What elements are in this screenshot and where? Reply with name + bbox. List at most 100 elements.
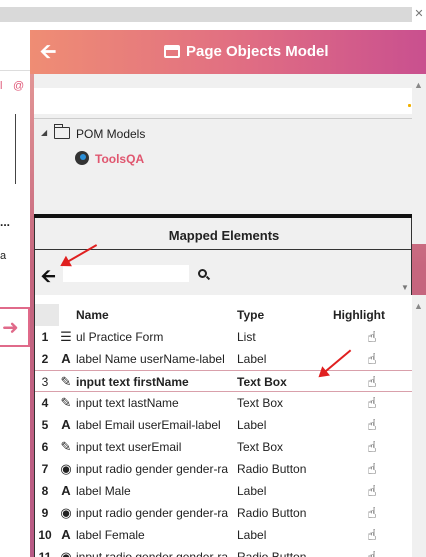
tree-search-field[interactable] bbox=[34, 88, 412, 114]
table-row[interactable]: 10 Alabel Female Label ☝ bbox=[35, 524, 413, 546]
highlight-hand-icon[interactable]: ☝ bbox=[362, 415, 382, 437]
page-title: Page Objects Model bbox=[186, 43, 329, 60]
element-type: Label bbox=[237, 418, 267, 432]
tree-item-toolsqa[interactable]: ToolsQA bbox=[95, 152, 144, 166]
row-index: 4 bbox=[41, 396, 49, 410]
row-index: 11 bbox=[38, 550, 52, 557]
element-type: Text Box bbox=[237, 396, 284, 410]
folder-icon bbox=[53, 124, 70, 139]
element-name: input text lastName bbox=[76, 396, 179, 410]
page-objects-model-pane: 🡨 Page Objects Model ▲ ◢ POM Models Tool… bbox=[30, 30, 426, 557]
filter-input[interactable] bbox=[63, 265, 189, 282]
row-index: 6 bbox=[41, 440, 49, 454]
divider bbox=[15, 114, 16, 184]
label-icon: A bbox=[61, 417, 71, 432]
top-bar: ✕ bbox=[0, 0, 426, 30]
scroll-up-icon[interactable]: ▲ bbox=[414, 80, 423, 90]
background-text: ... bbox=[0, 215, 11, 229]
element-name: input radio gender gender-ra bbox=[76, 506, 229, 520]
column-header-type[interactable]: Type bbox=[237, 304, 264, 326]
row-index: 7 bbox=[41, 462, 49, 476]
table-row[interactable]: 1 ☰ ul Practice Form List ☝ bbox=[35, 326, 413, 348]
element-type: Radio Button bbox=[237, 550, 307, 557]
label-icon: A bbox=[61, 483, 71, 498]
tree-vertical-scrollbar[interactable]: ▲ bbox=[412, 74, 426, 244]
radio-icon: ◉ bbox=[60, 505, 72, 520]
table-row[interactable]: 5 Alabel Email userEmail-label Label ☝ bbox=[35, 414, 413, 436]
element-name: input radio gender gender-ra bbox=[76, 462, 229, 476]
row-index: 9 bbox=[41, 506, 49, 520]
table-row[interactable]: 8 Alabel Male Label ☝ bbox=[35, 480, 413, 502]
table-row[interactable]: 2 Alabel Name userName-label Label ☝ bbox=[35, 348, 413, 370]
row-index: 5 bbox=[41, 418, 49, 432]
filter-toolbar: 🡨 ▼ bbox=[34, 250, 412, 295]
element-name: label Name userName-label bbox=[76, 352, 225, 366]
table-row[interactable]: 9 ◉ input radio gender gender-ra Radio Butt… bbox=[35, 502, 413, 524]
element-type: List bbox=[237, 330, 256, 344]
mapped-elements-header: Mapped Elements bbox=[34, 218, 412, 250]
element-name: label Email userEmail-label bbox=[76, 418, 221, 432]
textbox-icon: ✎ bbox=[60, 439, 72, 454]
globe-icon bbox=[75, 151, 89, 165]
column-header-highlight[interactable]: Highlight bbox=[333, 304, 385, 326]
label-icon: A bbox=[61, 351, 71, 366]
scroll-up-icon[interactable]: ▲ bbox=[414, 301, 423, 311]
highlight-hand-icon[interactable]: ☝ bbox=[362, 547, 382, 557]
background-text: l bbox=[0, 80, 3, 92]
mapped-elements-title: Mapped Elements bbox=[168, 228, 280, 243]
highlight-hand-icon[interactable]: ☝ bbox=[362, 481, 382, 503]
table-row[interactable]: 3 ✎ input text firstName Text Box ☝ bbox=[35, 370, 413, 392]
radio-icon: ◉ bbox=[60, 461, 72, 476]
highlight-hand-icon[interactable]: ☝ bbox=[362, 437, 382, 459]
window-icon bbox=[164, 45, 180, 58]
pane-header: 🡨 Page Objects Model bbox=[30, 30, 426, 74]
table-row[interactable]: 6 ✎ input text userEmail Text Box ☝ bbox=[35, 436, 413, 458]
row-index: 1 bbox=[41, 330, 49, 344]
highlight-hand-icon[interactable]: ☝ bbox=[362, 525, 382, 547]
element-type: Radio Button bbox=[237, 506, 307, 520]
element-type: Label bbox=[237, 528, 267, 542]
element-name: label Male bbox=[76, 484, 131, 498]
scroll-right-icon[interactable]: ✕ bbox=[412, 7, 426, 22]
grid-vertical-scrollbar[interactable]: ▲ bbox=[412, 295, 426, 557]
element-type: Radio Button bbox=[237, 462, 307, 476]
chevron-down-icon[interactable]: ▼ bbox=[401, 283, 409, 292]
divider bbox=[34, 118, 412, 119]
divider bbox=[0, 70, 30, 71]
element-name: input text userEmail bbox=[76, 440, 182, 454]
highlight-hand-icon[interactable]: ☝ bbox=[362, 349, 382, 371]
element-type: Text Box bbox=[237, 440, 284, 454]
highlight-hand-icon[interactable]: ☝ bbox=[362, 503, 382, 525]
grid-header-row: Name Type Highlight bbox=[35, 304, 413, 326]
highlight-hand-icon[interactable]: ☝ bbox=[362, 372, 382, 394]
back-arrow-icon[interactable]: 🡨 bbox=[40, 41, 62, 63]
highlight-hand-icon[interactable]: ☝ bbox=[362, 393, 382, 415]
grid-corner bbox=[35, 304, 59, 326]
row-index: 2 bbox=[41, 352, 49, 366]
label-icon: A bbox=[61, 527, 71, 542]
element-type: Label bbox=[237, 352, 267, 366]
highlight-hand-icon[interactable]: ☝ bbox=[362, 459, 382, 481]
radio-icon: ◉ bbox=[60, 549, 72, 557]
list-icon: ☰ bbox=[60, 329, 72, 344]
tree-item-pom-models[interactable]: POM Models bbox=[76, 127, 145, 141]
element-type: Text Box bbox=[237, 375, 287, 389]
background-text: a bbox=[0, 250, 7, 262]
background-text: @ bbox=[13, 80, 25, 92]
row-index: 3 bbox=[41, 375, 49, 389]
table-row[interactable]: 4 ✎ input text lastName Text Box ☝ bbox=[35, 392, 413, 414]
column-header-name[interactable]: Name bbox=[76, 304, 109, 326]
expand-triangle-icon[interactable]: ◢ bbox=[41, 128, 47, 137]
indicator-icon bbox=[408, 104, 411, 107]
table-row[interactable]: 11 ◉ input radio gender gender-ra Radio But… bbox=[35, 546, 413, 557]
highlight-hand-icon[interactable]: ☝ bbox=[362, 327, 382, 349]
background-window-strip: l @ ... a ➜ bbox=[0, 30, 30, 557]
element-name: input text firstName bbox=[76, 375, 189, 389]
mapped-elements-grid: Name Type Highlight 1 ☰ ul Practice Form Li… bbox=[34, 295, 413, 557]
horizontal-scrollbar[interactable] bbox=[0, 7, 412, 22]
table-row[interactable]: 7 ◉ input radio gender gender-ra Radio Butt… bbox=[35, 458, 413, 480]
row-index: 8 bbox=[41, 484, 49, 498]
back-arrow-icon[interactable]: 🡨 bbox=[41, 264, 56, 294]
row-index: 10 bbox=[38, 528, 52, 542]
search-icon[interactable] bbox=[198, 269, 207, 278]
